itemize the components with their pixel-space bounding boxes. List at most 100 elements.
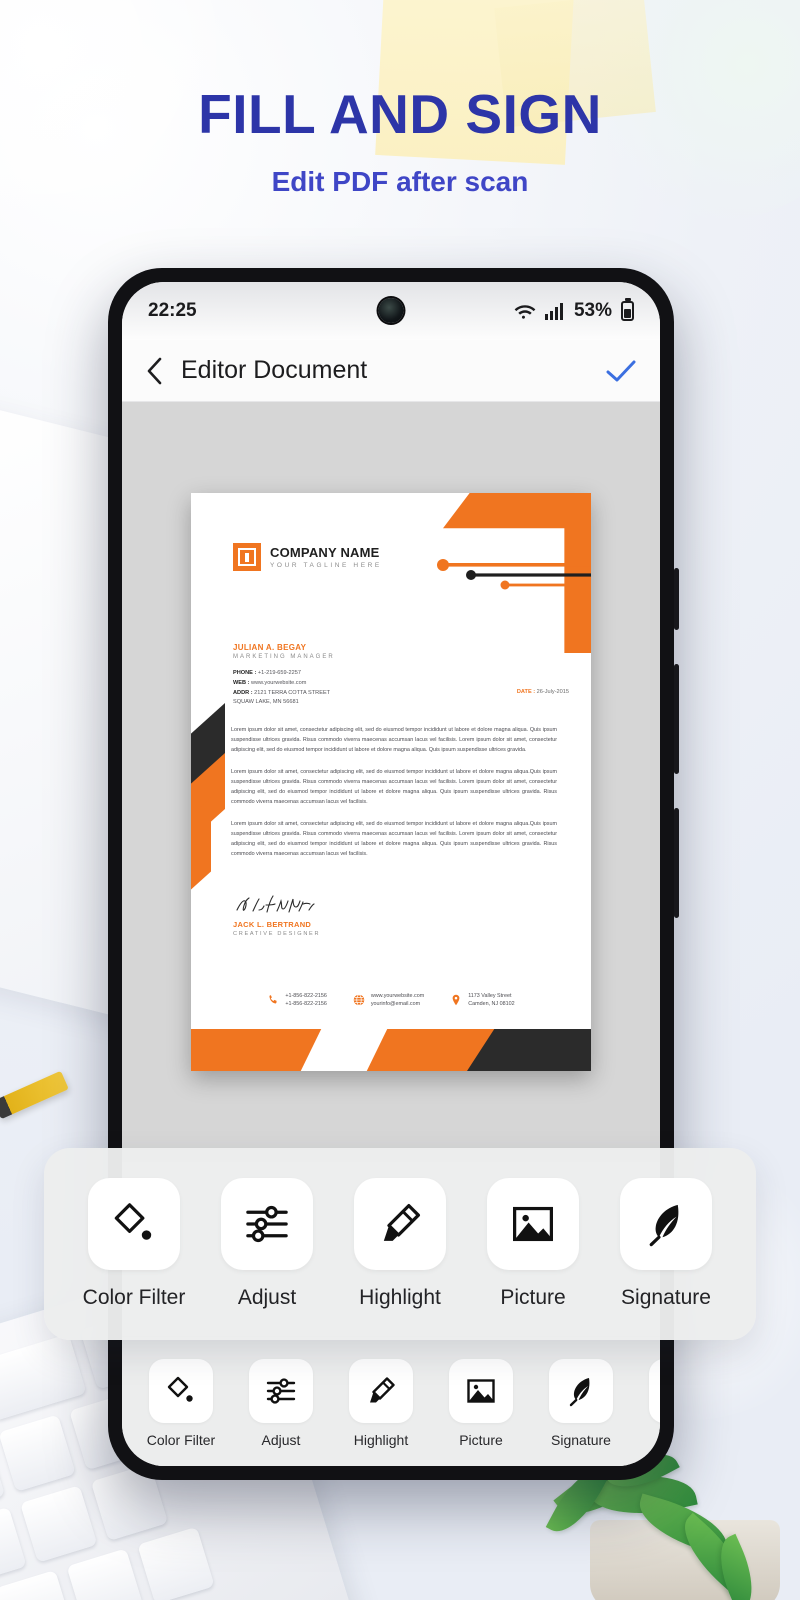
- toolbar-item-overflow[interactable]: W: [638, 1359, 660, 1448]
- check-icon[interactable]: [606, 359, 636, 383]
- cellular-signal-icon: [544, 302, 565, 320]
- toolbar-item-picture[interactable]: Picture: [438, 1359, 524, 1448]
- logo-mark-icon: [233, 543, 261, 571]
- footer-contact-text: +1-856-822-2156 +1-856-822-2156: [285, 992, 327, 1009]
- sender-addr-value: 2121 TERRA COTTA STREET: [254, 689, 331, 696]
- sender-web-label: WEB :: [233, 679, 250, 686]
- page-subtitle: Edit PDF after scan: [271, 165, 529, 197]
- footer-line-1: +1-856-822-2156: [285, 992, 327, 999]
- picture-image-icon[interactable]: [487, 1178, 579, 1270]
- document-paragraph: Lorem ipsum dolor sit amet, consectetur …: [231, 727, 557, 753]
- pencil-decor: [0, 1070, 69, 1120]
- footer-contact-item: www.yourwebsite.com yourinfo@email.com: [353, 992, 424, 1009]
- sender-contact-lines: PHONE : +1-219-659-2257 WEB : www.yourwe…: [233, 669, 335, 708]
- featured-tool-label: Adjust: [237, 1286, 297, 1309]
- company-tagline: YOUR TAGLINE HERE: [270, 562, 382, 569]
- footer-line-1: www.yourwebsite.com: [370, 992, 425, 999]
- editor-toolbar[interactable]: Color Filter Adjust Highlight Picture Si…: [122, 1336, 660, 1466]
- sender-phone-label: PHONE :: [233, 670, 257, 676]
- featured-tool-highlight[interactable]: Highlight: [338, 1178, 462, 1310]
- status-bar: 22:25 53%: [122, 282, 660, 340]
- footer-contact-text: 1173 Valley Street Camden, NJ 08102: [468, 992, 514, 1009]
- picture-image-icon[interactable]: [449, 1359, 513, 1423]
- status-indicators: 53%: [514, 300, 634, 322]
- overflow-tool-icon[interactable]: [649, 1359, 660, 1423]
- signature-name: JACK L. BERTRAND: [233, 920, 312, 929]
- sender-web-value: www.yourwebsite.com: [251, 679, 307, 686]
- sender-addr-label: ADDR :: [233, 689, 253, 696]
- signature-feather-icon[interactable]: [620, 1178, 712, 1270]
- page-title: FILL AND SIGN: [198, 83, 602, 145]
- document-footer: +1-856-822-2156 +1-856-822-2156 www.your…: [191, 992, 591, 1009]
- status-time: 22:25: [148, 300, 197, 321]
- phone-button-mute[interactable]: [674, 568, 679, 630]
- chevron-left-icon[interactable]: [146, 357, 163, 385]
- highlight-marker-icon[interactable]: [354, 1178, 446, 1270]
- toolbar-label: Color Filter: [146, 1432, 216, 1448]
- toolbar-item-highlight[interactable]: Highlight: [338, 1359, 424, 1448]
- color-filter-icon[interactable]: [149, 1359, 213, 1423]
- featured-tool-label: Signature: [621, 1286, 711, 1309]
- toolbar-item-signature[interactable]: Signature: [538, 1359, 624, 1448]
- battery-icon: [621, 301, 634, 321]
- sender-block: JULIAN A. BEGAY MARKETING MANAGER PHONE …: [233, 643, 335, 708]
- editor-title: Editor Document: [181, 356, 368, 384]
- document-stripe-orange-2: [191, 797, 211, 899]
- document-circuit-decor: [431, 555, 591, 595]
- signature-handwriting: [233, 891, 320, 917]
- footer-contact-item: +1-856-822-2156 +1-856-822-2156: [267, 992, 327, 1009]
- featured-tool-label: Picture: [500, 1286, 566, 1309]
- color-filter-icon[interactable]: [88, 1178, 180, 1270]
- sender-name: JULIAN A. BEGAY: [233, 643, 307, 652]
- phone-icon: [267, 994, 279, 1006]
- adjust-sliders-icon[interactable]: [249, 1359, 313, 1423]
- toolbar-label: W: [638, 1432, 660, 1448]
- featured-tool-color-filter[interactable]: Color Filter: [72, 1178, 196, 1310]
- promo-header: FILL AND SIGN Edit PDF after scan: [0, 83, 800, 198]
- battery-percentage: 53%: [573, 300, 612, 321]
- document-viewport[interactable]: COMPANY NAME YOUR TAGLINE HERE JULIAN A.…: [122, 402, 660, 1162]
- footer-contact-text: www.yourwebsite.com yourinfo@email.com: [371, 992, 424, 1009]
- toolbar-label: Picture: [459, 1432, 503, 1448]
- featured-tool-picture[interactable]: Picture: [471, 1178, 595, 1310]
- highlight-marker-icon[interactable]: [349, 1359, 413, 1423]
- sender-role: MARKETING MANAGER: [233, 654, 335, 660]
- company-logo: COMPANY NAME YOUR TAGLINE HERE: [233, 543, 382, 571]
- sender-phone-value: +1-219-659-2257: [257, 670, 301, 676]
- footer-line-2: Camden, NJ 08102: [468, 1001, 515, 1008]
- app-bar: Editor Document: [122, 340, 660, 402]
- document-paragraph: Lorem ipsum dolor sit amet, consectetur …: [231, 769, 557, 805]
- signature-feather-icon[interactable]: [549, 1359, 613, 1423]
- featured-tool-label: Highlight: [359, 1286, 441, 1309]
- phone-button-volume[interactable]: [674, 664, 679, 774]
- document-date-label: DATE :: [516, 689, 536, 695]
- document-body: Lorem ipsum dolor sit amet, consectetur …: [231, 725, 557, 871]
- featured-toolbar[interactable]: Color Filter Adjust Highlight Picture Si…: [44, 1148, 756, 1340]
- toolbar-item-adjust[interactable]: Adjust: [238, 1359, 324, 1448]
- signature-role: CREATIVE DESIGNER: [233, 931, 321, 937]
- phone-button-power[interactable]: [674, 808, 679, 918]
- document-page[interactable]: COMPANY NAME YOUR TAGLINE HERE JULIAN A.…: [191, 493, 591, 1071]
- toolbar-label: Signature: [551, 1432, 611, 1448]
- signature-block: JACK L. BERTRAND CREATIVE DESIGNER: [233, 891, 320, 937]
- company-name: COMPANY NAME: [270, 545, 380, 560]
- featured-tool-label: Color Filter: [82, 1286, 186, 1309]
- document-date-value: 26-July-2015: [536, 689, 569, 695]
- globe-icon: [353, 994, 365, 1006]
- toolbar-label: Adjust: [261, 1432, 301, 1448]
- adjust-sliders-icon[interactable]: [221, 1178, 313, 1270]
- footer-contact-item: 1173 Valley Street Camden, NJ 08102: [450, 992, 515, 1009]
- featured-tool-adjust[interactable]: Adjust: [205, 1178, 329, 1310]
- featured-tool-signature[interactable]: Signature: [604, 1178, 728, 1310]
- wifi-icon: [514, 303, 536, 320]
- document-paragraph: Lorem ipsum dolor sit amet, consectetur …: [231, 821, 557, 857]
- footer-line-1: 1173 Valley Street: [468, 992, 512, 999]
- footer-line-2: yourinfo@email.com: [370, 1001, 421, 1008]
- front-camera-icon: [378, 298, 404, 323]
- location-pin-icon: [450, 994, 462, 1006]
- document-date: DATE : 26-July-2015: [517, 689, 569, 695]
- footer-line-2: +1-856-822-2156: [285, 1001, 327, 1008]
- sender-addr-value-2: SQUAW LAKE, MN 56681: [233, 699, 299, 706]
- toolbar-item-color-filter[interactable]: Color Filter: [138, 1359, 224, 1448]
- toolbar-label: Highlight: [353, 1432, 409, 1448]
